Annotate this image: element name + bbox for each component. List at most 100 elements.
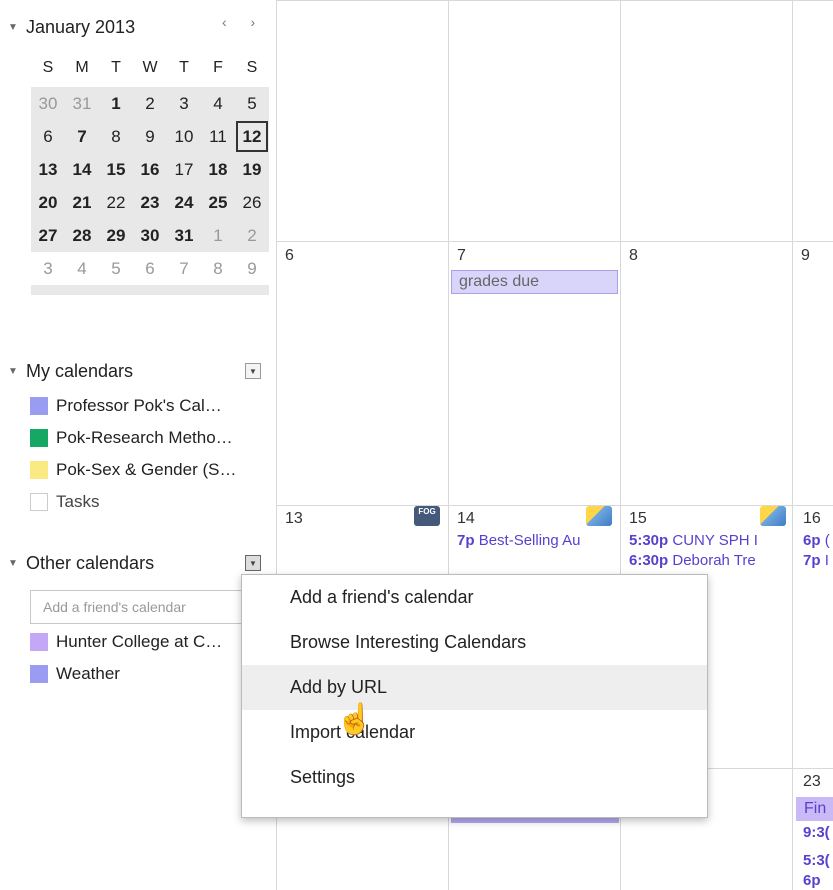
day-cell[interactable]: 9 [235, 252, 269, 285]
color-swatch[interactable] [30, 493, 48, 511]
day-cell[interactable]: 22 [99, 186, 133, 219]
event-item[interactable]: 7p Best-Selling Au [457, 532, 619, 549]
other-calendars-header[interactable]: ▼ Other calendars [8, 550, 154, 576]
day-cell[interactable]: 27 [31, 219, 65, 252]
menu-item-settings[interactable]: Settings [242, 755, 707, 800]
color-swatch[interactable] [30, 397, 48, 415]
calendar-item[interactable]: Tasks [30, 486, 236, 518]
day-cell[interactable]: 8 [99, 120, 133, 153]
day-cell[interactable]: 31 [65, 87, 99, 120]
event-item[interactable]: 6p [803, 872, 833, 889]
day-cell[interactable]: 7 [65, 120, 99, 153]
menu-item-add-by-url[interactable]: Add by URL [242, 665, 707, 710]
day-cell[interactable]: 10 [167, 120, 201, 153]
menu-item-import[interactable]: Import calendar [242, 710, 707, 755]
other-calendars-list: Hunter College at C… Weather [30, 626, 222, 690]
add-friend-calendar-input[interactable] [30, 590, 256, 624]
day-cell[interactable]: 24 [167, 186, 201, 219]
menu-item-add-friend[interactable]: Add a friend's calendar [242, 575, 707, 620]
mini-calendar-header[interactable]: ▼ January 2013 [8, 14, 135, 40]
calendar-item[interactable]: Weather [30, 658, 222, 690]
grid-divider [276, 241, 833, 242]
calendar-item[interactable]: Pok-Research Metho… [30, 422, 236, 454]
day-number[interactable]: 8 [629, 247, 638, 265]
today-cell[interactable]: 12 [235, 120, 269, 153]
day-cell[interactable]: 8 [201, 252, 235, 285]
collapse-triangle-icon[interactable]: ▼ [8, 558, 26, 569]
day-cell[interactable]: 4 [65, 252, 99, 285]
my-calendars-dropdown-button[interactable]: ▼ [245, 363, 261, 379]
event-time: 7p [457, 532, 475, 549]
event-item[interactable]: 5:30p CUNY SPH I [629, 532, 791, 549]
day-cell[interactable]: 13 [31, 153, 65, 186]
day-cell[interactable]: 30 [31, 87, 65, 120]
day-cell[interactable]: 2 [133, 87, 167, 120]
day-number[interactable]: 23 [803, 773, 821, 791]
day-cell[interactable]: 30 [133, 219, 167, 252]
calendar-item[interactable]: Hunter College at C… [30, 626, 222, 658]
day-cell[interactable]: 5 [99, 252, 133, 285]
other-calendars-dropdown-button[interactable]: ▼ [245, 555, 261, 571]
fog-weather-icon[interactable]: FOG [414, 506, 440, 526]
day-cell[interactable]: 3 [167, 87, 201, 120]
event-grades-due[interactable]: grades due [451, 270, 618, 294]
weekday-label: W [142, 58, 158, 76]
event-item[interactable]: 6:30p Deborah Tre [629, 552, 791, 569]
day-cell[interactable]: 23 [133, 186, 167, 219]
day-cell[interactable]: 28 [65, 219, 99, 252]
event-item[interactable]: 6p ( [803, 532, 833, 549]
day-cell[interactable]: 16 [133, 153, 167, 186]
calendar-item[interactable]: Professor Pok's Cal… [30, 390, 236, 422]
day-number[interactable]: 14 [457, 510, 475, 528]
day-cell[interactable]: 21 [65, 186, 99, 219]
event-bar[interactable] [451, 818, 619, 823]
my-calendars-header[interactable]: ▼ My calendars [8, 358, 133, 384]
day-number[interactable]: 13 [285, 510, 303, 528]
week-row: 20 21 22 23 24 25 26 [31, 186, 269, 219]
color-swatch[interactable] [30, 665, 48, 683]
day-number[interactable]: 7 [457, 247, 466, 265]
calendar-item[interactable]: Pok-Sex & Gender (S… [30, 454, 236, 486]
day-cell[interactable]: 3 [31, 252, 65, 285]
day-cell[interactable]: 4 [201, 87, 235, 120]
event-item[interactable]: 5:3( [803, 852, 833, 869]
color-swatch[interactable] [30, 633, 48, 651]
color-swatch[interactable] [30, 461, 48, 479]
day-cell[interactable]: 25 [201, 186, 235, 219]
day-cell[interactable]: 9 [133, 120, 167, 153]
event-allday[interactable]: Fin [796, 797, 833, 821]
day-number[interactable]: 15 [629, 510, 647, 528]
day-cell[interactable]: 15 [99, 153, 133, 186]
day-cell[interactable]: 31 [167, 219, 201, 252]
day-cell[interactable]: 5 [235, 87, 269, 120]
day-cell[interactable]: 29 [99, 219, 133, 252]
menu-item-browse[interactable]: Browse Interesting Calendars [242, 620, 707, 665]
collapse-triangle-icon[interactable]: ▼ [8, 22, 26, 33]
weekday-label: F [213, 58, 223, 76]
day-cell[interactable]: 14 [65, 153, 99, 186]
day-cell[interactable]: 6 [133, 252, 167, 285]
day-number[interactable]: 9 [801, 247, 810, 265]
partly-cloudy-weather-icon[interactable] [586, 506, 612, 526]
color-swatch[interactable] [30, 429, 48, 447]
day-cell[interactable]: 2 [235, 219, 269, 252]
day-cell[interactable]: 19 [235, 153, 269, 186]
collapse-triangle-icon[interactable]: ▼ [8, 366, 26, 377]
event-item[interactable]: 9:3( [803, 824, 833, 841]
day-number[interactable]: 16 [803, 510, 821, 528]
day-cell[interactable]: 6 [31, 120, 65, 153]
week-row: 3 4 5 6 7 8 9 [31, 252, 269, 285]
day-cell[interactable]: 26 [235, 186, 269, 219]
day-cell[interactable]: 1 [201, 219, 235, 252]
day-cell[interactable]: 17 [167, 153, 201, 186]
day-cell[interactable]: 11 [201, 120, 235, 153]
day-cell[interactable]: 1 [99, 87, 133, 120]
day-number[interactable]: 6 [285, 247, 294, 265]
day-cell[interactable]: 18 [201, 153, 235, 186]
month-nav-arrows[interactable]: ‹ › [222, 14, 265, 30]
event-item[interactable]: 7p I [803, 552, 833, 569]
day-cell[interactable]: 7 [167, 252, 201, 285]
day-cell[interactable]: 20 [31, 186, 65, 219]
partly-cloudy-weather-icon[interactable] [760, 506, 786, 526]
week-row: 13 14 15 16 17 18 19 [31, 153, 269, 186]
